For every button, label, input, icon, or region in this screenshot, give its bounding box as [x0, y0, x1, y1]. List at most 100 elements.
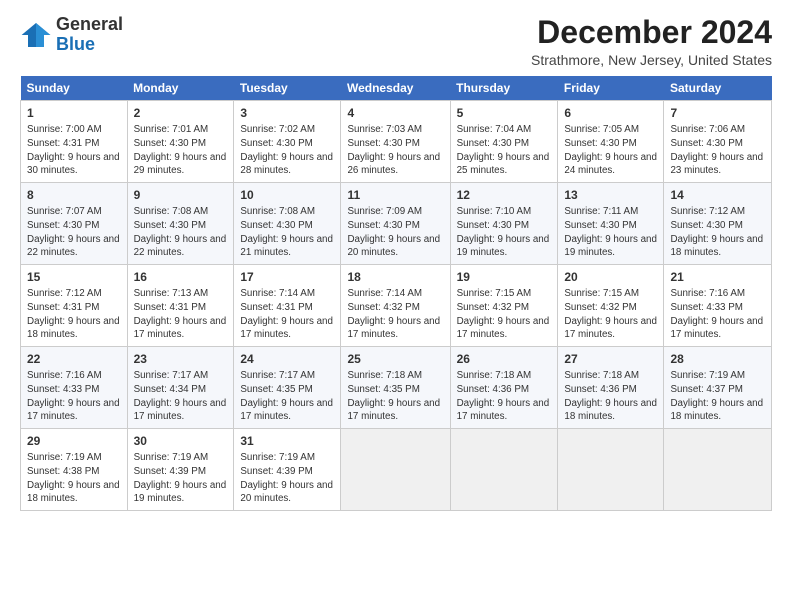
day-info: Sunrise: 7:19 AM Sunset: 4:39 PM Dayligh…: [134, 451, 228, 506]
title-block: December 2024 Strathmore, New Jersey, Un…: [531, 15, 772, 68]
day-number: 22: [27, 351, 121, 367]
table-cell: [341, 429, 450, 511]
day-info: Sunrise: 7:15 AM Sunset: 4:32 PM Dayligh…: [457, 287, 552, 342]
table-row: 1 Sunrise: 7:00 AM Sunset: 4:31 PM Daylig…: [21, 101, 772, 183]
day-number: 1: [27, 105, 121, 121]
day-info: Sunrise: 7:17 AM Sunset: 4:35 PM Dayligh…: [240, 369, 334, 424]
day-number: 10: [240, 187, 334, 203]
day-info: Sunrise: 7:02 AM Sunset: 4:30 PM Dayligh…: [240, 123, 334, 178]
day-info: Sunrise: 7:00 AM Sunset: 4:31 PM Dayligh…: [27, 123, 121, 178]
logo: General Blue: [20, 15, 123, 55]
table-cell: 2 Sunrise: 7:01 AM Sunset: 4:30 PM Daylig…: [127, 101, 234, 183]
day-number: 9: [134, 187, 228, 203]
day-info: Sunrise: 7:09 AM Sunset: 4:30 PM Dayligh…: [347, 205, 443, 260]
day-number: 17: [240, 269, 334, 285]
logo-general: General: [56, 14, 123, 34]
table-row: 15Sunrise: 7:12 AM Sunset: 4:31 PM Dayli…: [21, 265, 772, 347]
col-monday: Monday: [127, 76, 234, 101]
day-info: Sunrise: 7:19 AM Sunset: 4:39 PM Dayligh…: [240, 451, 334, 506]
day-number: 2: [134, 105, 228, 121]
table-cell: 25 Sunrise: 7:18 AM Sunset: 4:35 PM Dayli…: [341, 347, 450, 429]
table-cell: 8 Sunrise: 7:07 AM Sunset: 4:30 PM Daylig…: [21, 183, 128, 265]
header-row: Sunday Monday Tuesday Wednesday Thursday…: [21, 76, 772, 101]
col-sunday: Sunday: [21, 76, 128, 101]
table-cell: 11 Sunrise: 7:09 AM Sunset: 4:30 PM Dayli…: [341, 183, 450, 265]
calendar-table: Sunday Monday Tuesday Wednesday Thursday…: [20, 76, 772, 511]
table-cell: 1 Sunrise: 7:00 AM Sunset: 4:31 PM Daylig…: [21, 101, 128, 183]
day-info: Sunrise: 7:18 AM Sunset: 4:36 PM Dayligh…: [564, 369, 657, 424]
day-info: Sunrise: 7:18 AM Sunset: 4:36 PM Dayligh…: [457, 369, 552, 424]
logo-blue: Blue: [56, 34, 95, 54]
table-cell: [450, 429, 558, 511]
day-info: Sunrise: 7:01 AM Sunset: 4:30 PM Dayligh…: [134, 123, 228, 178]
day-number: 6: [564, 105, 657, 121]
table-cell: 19 Sunrise: 7:15 AM Sunset: 4:32 PM Dayli…: [450, 265, 558, 347]
calendar-body: 1 Sunrise: 7:00 AM Sunset: 4:31 PM Daylig…: [21, 101, 772, 511]
day-number: 27: [564, 351, 657, 367]
day-number: 23: [134, 351, 228, 367]
table-cell: 14 Sunrise: 7:12 AM Sunset: 4:30 PM Dayli…: [664, 183, 772, 265]
table-cell: 31 Sunrise: 7:19 AM Sunset: 4:39 PM Dayli…: [234, 429, 341, 511]
table-cell: 24Sunrise: 7:17 AM Sunset: 4:35 PM Dayli…: [234, 347, 341, 429]
table-cell: 21 Sunrise: 7:16 AM Sunset: 4:33 PM Dayli…: [664, 265, 772, 347]
day-number: 29: [27, 433, 121, 449]
table-cell: [664, 429, 772, 511]
day-info: Sunrise: 7:08 AM Sunset: 4:30 PM Dayligh…: [240, 205, 334, 260]
day-info: Sunrise: 7:03 AM Sunset: 4:30 PM Dayligh…: [347, 123, 443, 178]
day-number: 28: [670, 351, 765, 367]
day-info: Sunrise: 7:12 AM Sunset: 4:30 PM Dayligh…: [670, 205, 765, 260]
day-info: Sunrise: 7:06 AM Sunset: 4:30 PM Dayligh…: [670, 123, 765, 178]
day-info: Sunrise: 7:13 AM Sunset: 4:31 PM Dayligh…: [134, 287, 228, 342]
day-number: 5: [457, 105, 552, 121]
table-cell: 7 Sunrise: 7:06 AM Sunset: 4:30 PM Daylig…: [664, 101, 772, 183]
day-number: 25: [347, 351, 443, 367]
day-info: Sunrise: 7:14 AM Sunset: 4:32 PM Dayligh…: [347, 287, 443, 342]
day-info: Sunrise: 7:11 AM Sunset: 4:30 PM Dayligh…: [564, 205, 657, 260]
col-saturday: Saturday: [664, 76, 772, 101]
day-number: 11: [347, 187, 443, 203]
day-number: 21: [670, 269, 765, 285]
col-wednesday: Wednesday: [341, 76, 450, 101]
header: General Blue December 2024 Strathmore, N…: [20, 15, 772, 68]
table-cell: 30 Sunrise: 7:19 AM Sunset: 4:39 PM Dayli…: [127, 429, 234, 511]
day-number: 31: [240, 433, 334, 449]
day-info: Sunrise: 7:18 AM Sunset: 4:35 PM Dayligh…: [347, 369, 443, 424]
logo-text: General Blue: [56, 15, 123, 55]
day-info: Sunrise: 7:10 AM Sunset: 4:30 PM Dayligh…: [457, 205, 552, 260]
day-number: 8: [27, 187, 121, 203]
table-cell: 13 Sunrise: 7:11 AM Sunset: 4:30 PM Dayli…: [558, 183, 664, 265]
day-info: Sunrise: 7:17 AM Sunset: 4:34 PM Dayligh…: [134, 369, 228, 424]
day-number: 4: [347, 105, 443, 121]
location: Strathmore, New Jersey, United States: [531, 52, 772, 68]
table-cell: 3Sunrise: 7:02 AM Sunset: 4:30 PM Daylig…: [234, 101, 341, 183]
day-info: Sunrise: 7:16 AM Sunset: 4:33 PM Dayligh…: [670, 287, 765, 342]
table-cell: 15Sunrise: 7:12 AM Sunset: 4:31 PM Dayli…: [21, 265, 128, 347]
day-info: Sunrise: 7:07 AM Sunset: 4:30 PM Dayligh…: [27, 205, 121, 260]
table-cell: 9 Sunrise: 7:08 AM Sunset: 4:30 PM Daylig…: [127, 183, 234, 265]
day-number: 12: [457, 187, 552, 203]
page-container: General Blue December 2024 Strathmore, N…: [0, 0, 792, 612]
day-number: 15: [27, 269, 121, 285]
table-row: 22 Sunrise: 7:16 AM Sunset: 4:33 PM Dayli…: [21, 347, 772, 429]
day-info: Sunrise: 7:16 AM Sunset: 4:33 PM Dayligh…: [27, 369, 121, 424]
day-number: 18: [347, 269, 443, 285]
col-friday: Friday: [558, 76, 664, 101]
day-number: 16: [134, 269, 228, 285]
day-number: 30: [134, 433, 228, 449]
day-info: Sunrise: 7:19 AM Sunset: 4:38 PM Dayligh…: [27, 451, 121, 506]
day-number: 20: [564, 269, 657, 285]
col-thursday: Thursday: [450, 76, 558, 101]
table-cell: 17Sunrise: 7:14 AM Sunset: 4:31 PM Dayli…: [234, 265, 341, 347]
day-number: 13: [564, 187, 657, 203]
day-number: 19: [457, 269, 552, 285]
table-cell: 27 Sunrise: 7:18 AM Sunset: 4:36 PM Dayli…: [558, 347, 664, 429]
table-cell: 18 Sunrise: 7:14 AM Sunset: 4:32 PM Dayli…: [341, 265, 450, 347]
table-cell: [558, 429, 664, 511]
table-cell: 4 Sunrise: 7:03 AM Sunset: 4:30 PM Daylig…: [341, 101, 450, 183]
table-cell: 5Sunrise: 7:04 AM Sunset: 4:30 PM Daylig…: [450, 101, 558, 183]
day-number: 7: [670, 105, 765, 121]
day-info: Sunrise: 7:08 AM Sunset: 4:30 PM Dayligh…: [134, 205, 228, 260]
table-cell: 28Sunrise: 7:19 AM Sunset: 4:37 PM Dayli…: [664, 347, 772, 429]
table-cell: 6Sunrise: 7:05 AM Sunset: 4:30 PM Daylig…: [558, 101, 664, 183]
day-number: 14: [670, 187, 765, 203]
